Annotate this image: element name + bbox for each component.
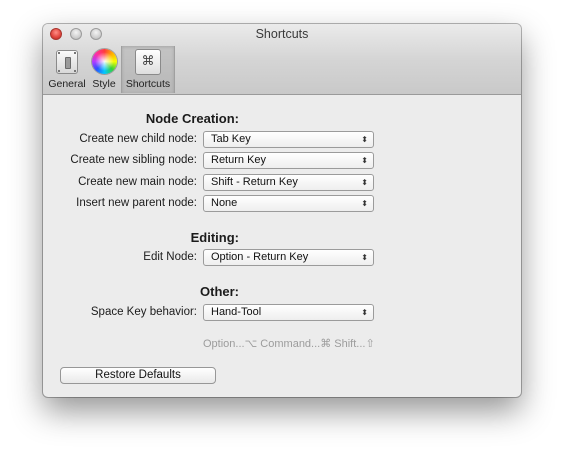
window-title: Shortcuts bbox=[255, 27, 309, 41]
preferences-window: Shortcuts General Style ⌘ Shortcuts Node… bbox=[43, 24, 521, 397]
tab-style-label: Style bbox=[92, 78, 116, 90]
preferences-toolbar: General Style ⌘ Shortcuts bbox=[47, 46, 175, 93]
tab-shortcuts[interactable]: ⌘ Shortcuts bbox=[121, 46, 175, 93]
popup-value: Hand-Tool bbox=[211, 306, 262, 318]
popup-value: None bbox=[211, 197, 238, 209]
create-sibling-node-popup[interactable]: Return Key ⬍ bbox=[203, 152, 374, 169]
restore-defaults-button[interactable]: Restore Defaults bbox=[60, 367, 216, 384]
row-label: Edit Node: bbox=[143, 251, 197, 263]
row-create-main-node: Create new main node: Shift - Return Key… bbox=[43, 174, 521, 191]
section-title-editing: Editing: bbox=[190, 230, 239, 245]
popup-arrows-icon: ⬍ bbox=[361, 253, 368, 262]
tab-style[interactable]: Style bbox=[87, 46, 121, 93]
create-main-node-popup[interactable]: Shift - Return Key ⬍ bbox=[203, 174, 374, 191]
row-edit-node: Edit Node: Option - Return Key ⬍ bbox=[43, 249, 521, 266]
popup-value: Option - Return Key bbox=[211, 251, 309, 263]
color-wheel-icon bbox=[90, 48, 118, 76]
create-child-node-popup[interactable]: Tab Key ⬍ bbox=[203, 131, 374, 148]
section-title-node-creation: Node Creation: bbox=[145, 111, 239, 126]
modifier-key-legend: Option...⌥ Command...⌘ Shift...⇧ bbox=[203, 338, 375, 350]
popup-value: Return Key bbox=[211, 154, 267, 166]
popup-value: Tab Key bbox=[211, 133, 251, 145]
popup-arrows-icon: ⬍ bbox=[361, 199, 368, 208]
row-create-child-node: Create new child node: Tab Key ⬍ bbox=[43, 131, 521, 148]
switch-icon bbox=[53, 48, 81, 76]
row-space-key-behavior: Space Key behavior: Hand-Tool ⬍ bbox=[43, 304, 521, 321]
row-label: Create new main node: bbox=[78, 176, 197, 188]
tab-general-label: General bbox=[48, 78, 86, 90]
row-create-sibling-node: Create new sibling node: Return Key ⬍ bbox=[43, 152, 521, 169]
row-label: Create new sibling node: bbox=[70, 154, 197, 166]
row-insert-parent-node: Insert new parent node: None ⬍ bbox=[43, 195, 521, 212]
popup-arrows-icon: ⬍ bbox=[361, 308, 368, 317]
space-key-behavior-popup[interactable]: Hand-Tool ⬍ bbox=[203, 304, 374, 321]
section-title-other: Other: bbox=[200, 284, 239, 299]
row-label: Space Key behavior: bbox=[90, 306, 197, 318]
popup-arrows-icon: ⬍ bbox=[361, 156, 368, 165]
popup-arrows-icon: ⬍ bbox=[361, 178, 368, 187]
row-label: Create new child node: bbox=[79, 133, 197, 145]
titlebar: Shortcuts General Style ⌘ Shortcuts bbox=[43, 24, 521, 95]
tab-shortcuts-label: Shortcuts bbox=[125, 78, 171, 90]
shortcuts-pane: Node Creation: Create new child node: Ta… bbox=[43, 95, 521, 397]
tab-general[interactable]: General bbox=[47, 46, 87, 93]
command-key-icon: ⌘ bbox=[134, 48, 162, 76]
popup-arrows-icon: ⬍ bbox=[361, 135, 368, 144]
popup-value: Shift - Return Key bbox=[211, 176, 298, 188]
edit-node-popup[interactable]: Option - Return Key ⬍ bbox=[203, 249, 374, 266]
row-label: Insert new parent node: bbox=[76, 197, 197, 209]
insert-parent-node-popup[interactable]: None ⬍ bbox=[203, 195, 374, 212]
